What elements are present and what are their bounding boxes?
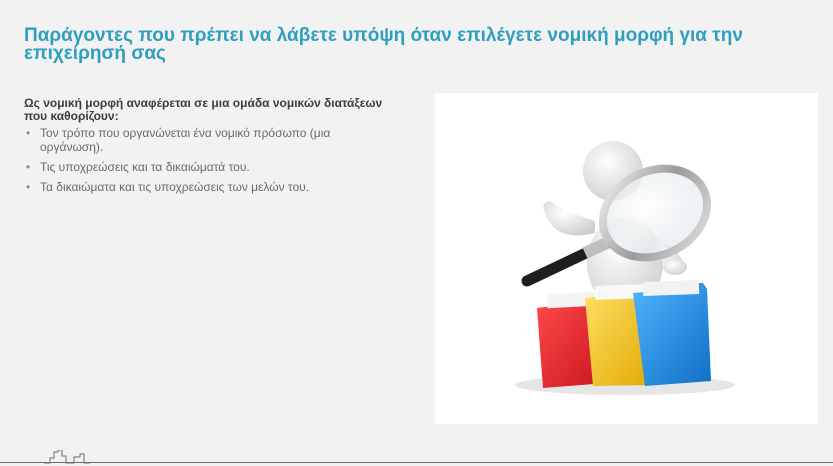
bullet-item: Τα δικαιώματα και τις υποχρεώσεις των με… <box>24 180 384 194</box>
slide-body: Ως νομική μορφή αναφέρεται σε μια ομάδα … <box>24 97 384 200</box>
footer-divider <box>0 462 833 463</box>
slide-title: Παράγοντες που πρέπει να λάβετε υπόψη ότ… <box>24 25 743 64</box>
bullet-item: Τον τρόπο που οργανώνεται ένα νομικό πρό… <box>24 126 384 154</box>
slide: Παράγοντες που πρέπει να λάβετε υπόψη ότ… <box>0 0 833 466</box>
intro-text: Ως νομική μορφή αναφέρεται σε μια ομάδα … <box>24 96 383 123</box>
magnifier-figure-folders-icon <box>515 141 735 395</box>
bullet-item: Τις υποχρεώσεις και τα δικαιώματά του. <box>24 160 384 174</box>
illustration-image <box>435 93 818 424</box>
bullet-list: Τον τρόπο που οργανώνεται ένα νομικό πρό… <box>24 126 384 194</box>
folders <box>537 280 711 388</box>
